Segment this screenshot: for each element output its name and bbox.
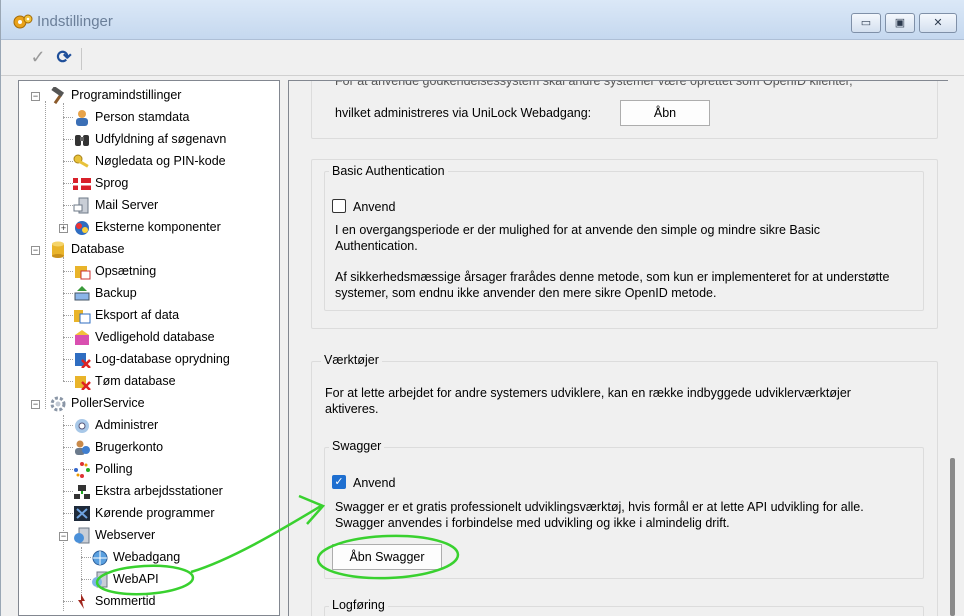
tree-line [63, 381, 73, 382]
running-programs-icon [74, 506, 90, 521]
maximize-button[interactable]: ▣ [885, 13, 915, 33]
tree-line [63, 337, 73, 338]
tree-line [63, 293, 73, 294]
tree-line [63, 257, 64, 381]
tree-line [63, 601, 73, 602]
tree-line [45, 101, 46, 409]
basic-auth-text-1: I en overgangsperiode er der mulighed fo… [335, 223, 820, 253]
clear-database-icon [75, 376, 91, 390]
tree-line [63, 513, 73, 514]
tree-line [63, 315, 73, 316]
swagger-checkbox[interactable]: ✓ [332, 475, 346, 489]
binoculars-icon [75, 135, 89, 146]
log-cleanup-icon [75, 353, 91, 368]
tree-line [81, 547, 82, 595]
swagger-description: Swagger er et gratis professionelt udvik… [335, 500, 864, 530]
key-icon [73, 154, 89, 168]
tree-line [63, 139, 73, 140]
toolbar: ✓ ⟳ [1, 40, 964, 76]
apply-icon[interactable]: ✓ [27, 46, 49, 68]
backup-icon [74, 286, 90, 301]
tree-line [81, 557, 91, 558]
maintenance-icon [75, 330, 89, 345]
tools-title: Værktøjer [321, 353, 382, 367]
webapi-icon [92, 571, 108, 588]
window-title: Indstillinger [37, 13, 113, 30]
openid-description-truncated: For at anvende godkendelsessystem skal a… [335, 80, 853, 88]
polling-icon [74, 462, 90, 478]
title-bar: Indstillinger ▭ ▣ ✕ [1, 0, 964, 40]
settings-tree[interactable]: − Programindstillinger Person stamdata U… [18, 80, 280, 616]
collapse-database[interactable]: − [31, 246, 40, 255]
hammer-icon [51, 87, 65, 104]
database-icon [52, 241, 64, 258]
summertime-icon [78, 594, 85, 609]
globe-icon [92, 550, 108, 566]
tree-line [63, 491, 73, 492]
toolbar-separator [81, 48, 82, 70]
user-account-icon [75, 440, 90, 455]
basic-auth-checkbox-label[interactable]: Anvend [353, 199, 395, 215]
open-webadgang-button[interactable]: Åbn [620, 100, 710, 126]
basic-auth-title: Basic Authentication [329, 164, 448, 178]
tree-line [63, 425, 73, 426]
collapse-webserver[interactable]: − [59, 532, 68, 541]
tree-line [63, 271, 73, 272]
minimize-button[interactable]: ▭ [851, 13, 881, 33]
person-icon [76, 110, 88, 126]
settings-panel: For at anvende godkendelsessystem skal a… [288, 80, 964, 616]
components-icon [75, 221, 89, 235]
open-swagger-button[interactable]: Åbn Swagger [332, 544, 442, 570]
tree-line [63, 117, 73, 118]
basic-auth-checkbox[interactable] [332, 199, 346, 213]
splitter[interactable] [280, 80, 288, 616]
settings-window: Indstillinger ▭ ▣ ✕ ✓ ⟳ − Programindstil… [0, 0, 964, 616]
settings-app-icon [13, 14, 33, 29]
webadgang-text: hvilket administreres via UniLock Webadg… [335, 106, 592, 120]
tree-line [63, 205, 73, 206]
database-settings-icon [75, 266, 91, 280]
network-icon [74, 485, 90, 499]
scrollbar-thumb[interactable] [950, 458, 955, 616]
tree-line [63, 183, 73, 184]
danish-flag-icon [73, 178, 91, 190]
tree-line [63, 447, 73, 448]
collapse-programindstillinger[interactable]: − [31, 92, 40, 101]
basic-auth-text-2: Af sikkerhedsmæssige årsager frarådes de… [335, 270, 890, 300]
tools-description: For at lette arbejdet for andre systemer… [325, 386, 851, 416]
administer-icon [75, 419, 89, 433]
swagger-checkbox-label[interactable]: Anvend [353, 475, 395, 491]
tree-line [81, 579, 91, 580]
close-button[interactable]: ✕ [919, 13, 957, 33]
swagger-title: Swagger [329, 439, 385, 453]
logging-group [324, 606, 924, 616]
logging-title: Logføring [329, 598, 388, 612]
tree-line [63, 161, 73, 162]
refresh-icon[interactable]: ⟳ [53, 46, 75, 68]
server-icon [73, 197, 89, 214]
expand-eksterne-komponenter[interactable]: + [59, 224, 68, 233]
toolbar-divider [1, 75, 964, 76]
tree-line [63, 469, 73, 470]
service-gear-icon [50, 396, 66, 412]
tree-line [63, 359, 73, 360]
tree-line [63, 103, 64, 231]
webserver-icon [74, 527, 90, 544]
export-icon [74, 310, 91, 324]
collapse-pollerservice[interactable]: − [31, 400, 40, 409]
